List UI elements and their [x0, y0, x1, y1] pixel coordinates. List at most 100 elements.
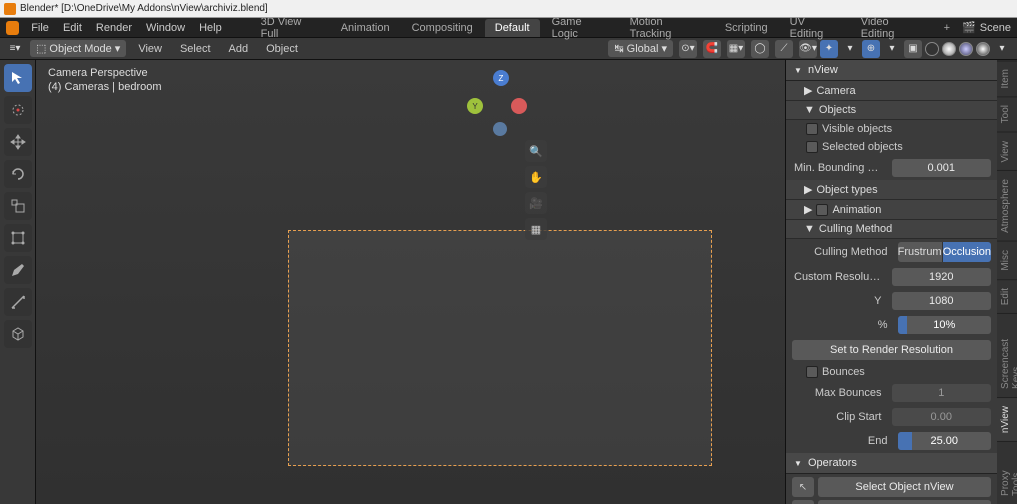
shading-wireframe-icon[interactable]	[925, 42, 939, 56]
tool-add-cube[interactable]	[4, 320, 32, 348]
checkbox-animation[interactable]	[816, 204, 828, 216]
viewport-nav-buttons: 🔍 ✋ 🎥 ▦	[525, 140, 547, 240]
workspace-motiontracking[interactable]: Motion Tracking	[620, 13, 713, 43]
vtab-screencast[interactable]: Screencast Keys	[997, 313, 1017, 397]
pivot-icon[interactable]: ⊙▾	[679, 40, 697, 58]
menu-file[interactable]: File	[25, 20, 55, 36]
camera-view-icon[interactable]: 🎥	[525, 192, 547, 214]
gizmo-toggle-icon[interactable]: ✦	[820, 40, 838, 58]
nav-gizmo[interactable]: Z Y	[463, 70, 533, 140]
op1-icon[interactable]: ↖	[792, 477, 814, 497]
field-res-x[interactable]: 1920	[892, 268, 992, 286]
field-max-bounces[interactable]: 1	[892, 384, 992, 402]
axis-y-icon[interactable]: Y	[467, 98, 483, 114]
vtab-edit[interactable]: Edit	[997, 279, 1017, 313]
field-min-bounding[interactable]: 0.001	[892, 159, 992, 177]
section-camera[interactable]: ▶Camera	[786, 81, 997, 101]
snap-options-icon[interactable]: ▦▾	[727, 40, 745, 58]
workspace-3dviewfull[interactable]: 3D View Full	[251, 13, 329, 43]
tool-measure[interactable]	[4, 288, 32, 316]
workspace-default[interactable]: Default	[485, 19, 540, 37]
pan-icon[interactable]: ✋	[525, 166, 547, 188]
shading-rendered-icon[interactable]	[976, 42, 990, 56]
perspective-toggle-icon[interactable]: ▦	[525, 218, 547, 240]
menu-edit[interactable]: Edit	[57, 20, 88, 36]
vtab-nview[interactable]: nView	[997, 397, 1017, 441]
tool-select-box[interactable]	[4, 64, 32, 92]
curve-icon[interactable]: ⟋	[775, 40, 793, 58]
field-clip-start[interactable]: 0.00	[892, 408, 992, 426]
field-res-y[interactable]: 1080	[892, 292, 992, 310]
menu-window[interactable]: Window	[140, 20, 191, 36]
tool-annotate[interactable]	[4, 256, 32, 284]
header-add[interactable]: Add	[223, 41, 255, 57]
header-object[interactable]: Object	[260, 41, 304, 57]
workspace-animation[interactable]: Animation	[331, 19, 400, 37]
tool-rotate[interactable]	[4, 160, 32, 188]
btn-set-object-nview[interactable]: Set Object nView	[818, 500, 991, 504]
checkbox-selected-objects[interactable]	[806, 141, 818, 153]
overlays-toggle-icon[interactable]: ⊕	[862, 40, 880, 58]
checkbox-visible-objects[interactable]	[806, 123, 818, 135]
seg-frustrum[interactable]: Frustrum	[898, 242, 943, 262]
tool-transform[interactable]	[4, 224, 32, 252]
proportional-edit-icon[interactable]: ◯	[751, 40, 769, 58]
top-menubar: File Edit Render Window Help 3D View Ful…	[0, 18, 1017, 38]
object-visibility-icon[interactable]: 👁▾	[799, 40, 817, 58]
workspace-add[interactable]: +	[934, 19, 960, 37]
seg-occlusion[interactable]: Occlusion	[943, 242, 991, 262]
mode-dropdown[interactable]: ⬚ Object Mode ▾	[30, 40, 126, 57]
op2-icon[interactable]: 👁	[792, 500, 814, 504]
3d-viewport[interactable]: Camera Perspective (4) Cameras | bedroom…	[36, 60, 785, 504]
tool-move[interactable]	[4, 128, 32, 156]
orientation-dropdown[interactable]: ↹ Global ▾	[608, 40, 673, 57]
window-title: Blender* [D:\OneDrive\My Addons\nView\ar…	[20, 3, 268, 14]
editor-type-icon[interactable]: ≡▾	[6, 40, 24, 58]
chevron-down-icon: ▾	[661, 42, 667, 55]
section-objects[interactable]: ▼Objects	[786, 101, 997, 120]
slider-clip-end[interactable]: 25.00	[898, 432, 992, 450]
axis-x-icon[interactable]	[511, 98, 527, 114]
vtab-tool[interactable]: Tool	[997, 96, 1017, 131]
section-object-types[interactable]: ▶Object types	[786, 180, 997, 200]
section-animation[interactable]: ▶Animation	[786, 200, 997, 220]
btn-set-render-res[interactable]: Set to Render Resolution	[792, 340, 991, 360]
checkbox-bounces[interactable]	[806, 366, 818, 378]
workspace-gamelogic[interactable]: Game Logic	[542, 13, 618, 43]
tool-cursor[interactable]	[4, 96, 32, 124]
workspace-compositing[interactable]: Compositing	[402, 19, 483, 37]
shading-matprev-icon[interactable]	[959, 42, 973, 56]
panel-nview-header[interactable]: ▼nView	[786, 60, 997, 81]
zoom-icon[interactable]: 🔍	[525, 140, 547, 162]
section-operators[interactable]: ▼Operators	[786, 453, 997, 474]
snap-icon[interactable]: 🧲	[703, 40, 721, 58]
vtab-view[interactable]: View	[997, 132, 1017, 171]
vtab-item[interactable]: Item	[997, 60, 1017, 96]
vtab-misc[interactable]: Misc	[997, 241, 1017, 279]
workspace-scripting[interactable]: Scripting	[715, 19, 778, 37]
section-culling-method[interactable]: ▼Culling Method	[786, 220, 997, 239]
tool-scale[interactable]	[4, 192, 32, 220]
vtab-proxy[interactable]: Proxy Tools	[997, 441, 1017, 504]
app-icon	[6, 21, 19, 35]
header-view[interactable]: View	[132, 41, 168, 57]
menu-help[interactable]: Help	[193, 20, 228, 36]
viewport-header: ≡▾ ⬚ Object Mode ▾ View Select Add Objec…	[0, 38, 1017, 60]
vtab-atmosphere[interactable]: Atmosphere	[997, 170, 1017, 241]
workspace-videoediting[interactable]: Video Editing	[851, 13, 932, 43]
xray-icon[interactable]: ▣	[904, 40, 922, 58]
workspace-uvediting[interactable]: UV Editing	[780, 13, 849, 43]
object-mode-icon: ⬚	[36, 42, 46, 55]
slider-res-percent[interactable]: 10%	[898, 316, 992, 334]
shading-options-icon[interactable]: ▾	[993, 40, 1011, 58]
menu-render[interactable]: Render	[90, 20, 138, 36]
toolbar	[0, 60, 36, 504]
header-select[interactable]: Select	[174, 41, 217, 57]
btn-select-object-nview[interactable]: Select Object nView	[818, 477, 991, 497]
gizmo-options-icon[interactable]: ▾	[841, 40, 859, 58]
scene-label[interactable]: Scene	[980, 22, 1011, 34]
shading-solid-icon[interactable]	[942, 42, 956, 56]
axis-z-icon[interactable]: Z	[493, 70, 509, 86]
axis-neg-z-icon[interactable]	[493, 122, 507, 136]
overlays-options-icon[interactable]: ▾	[883, 40, 901, 58]
